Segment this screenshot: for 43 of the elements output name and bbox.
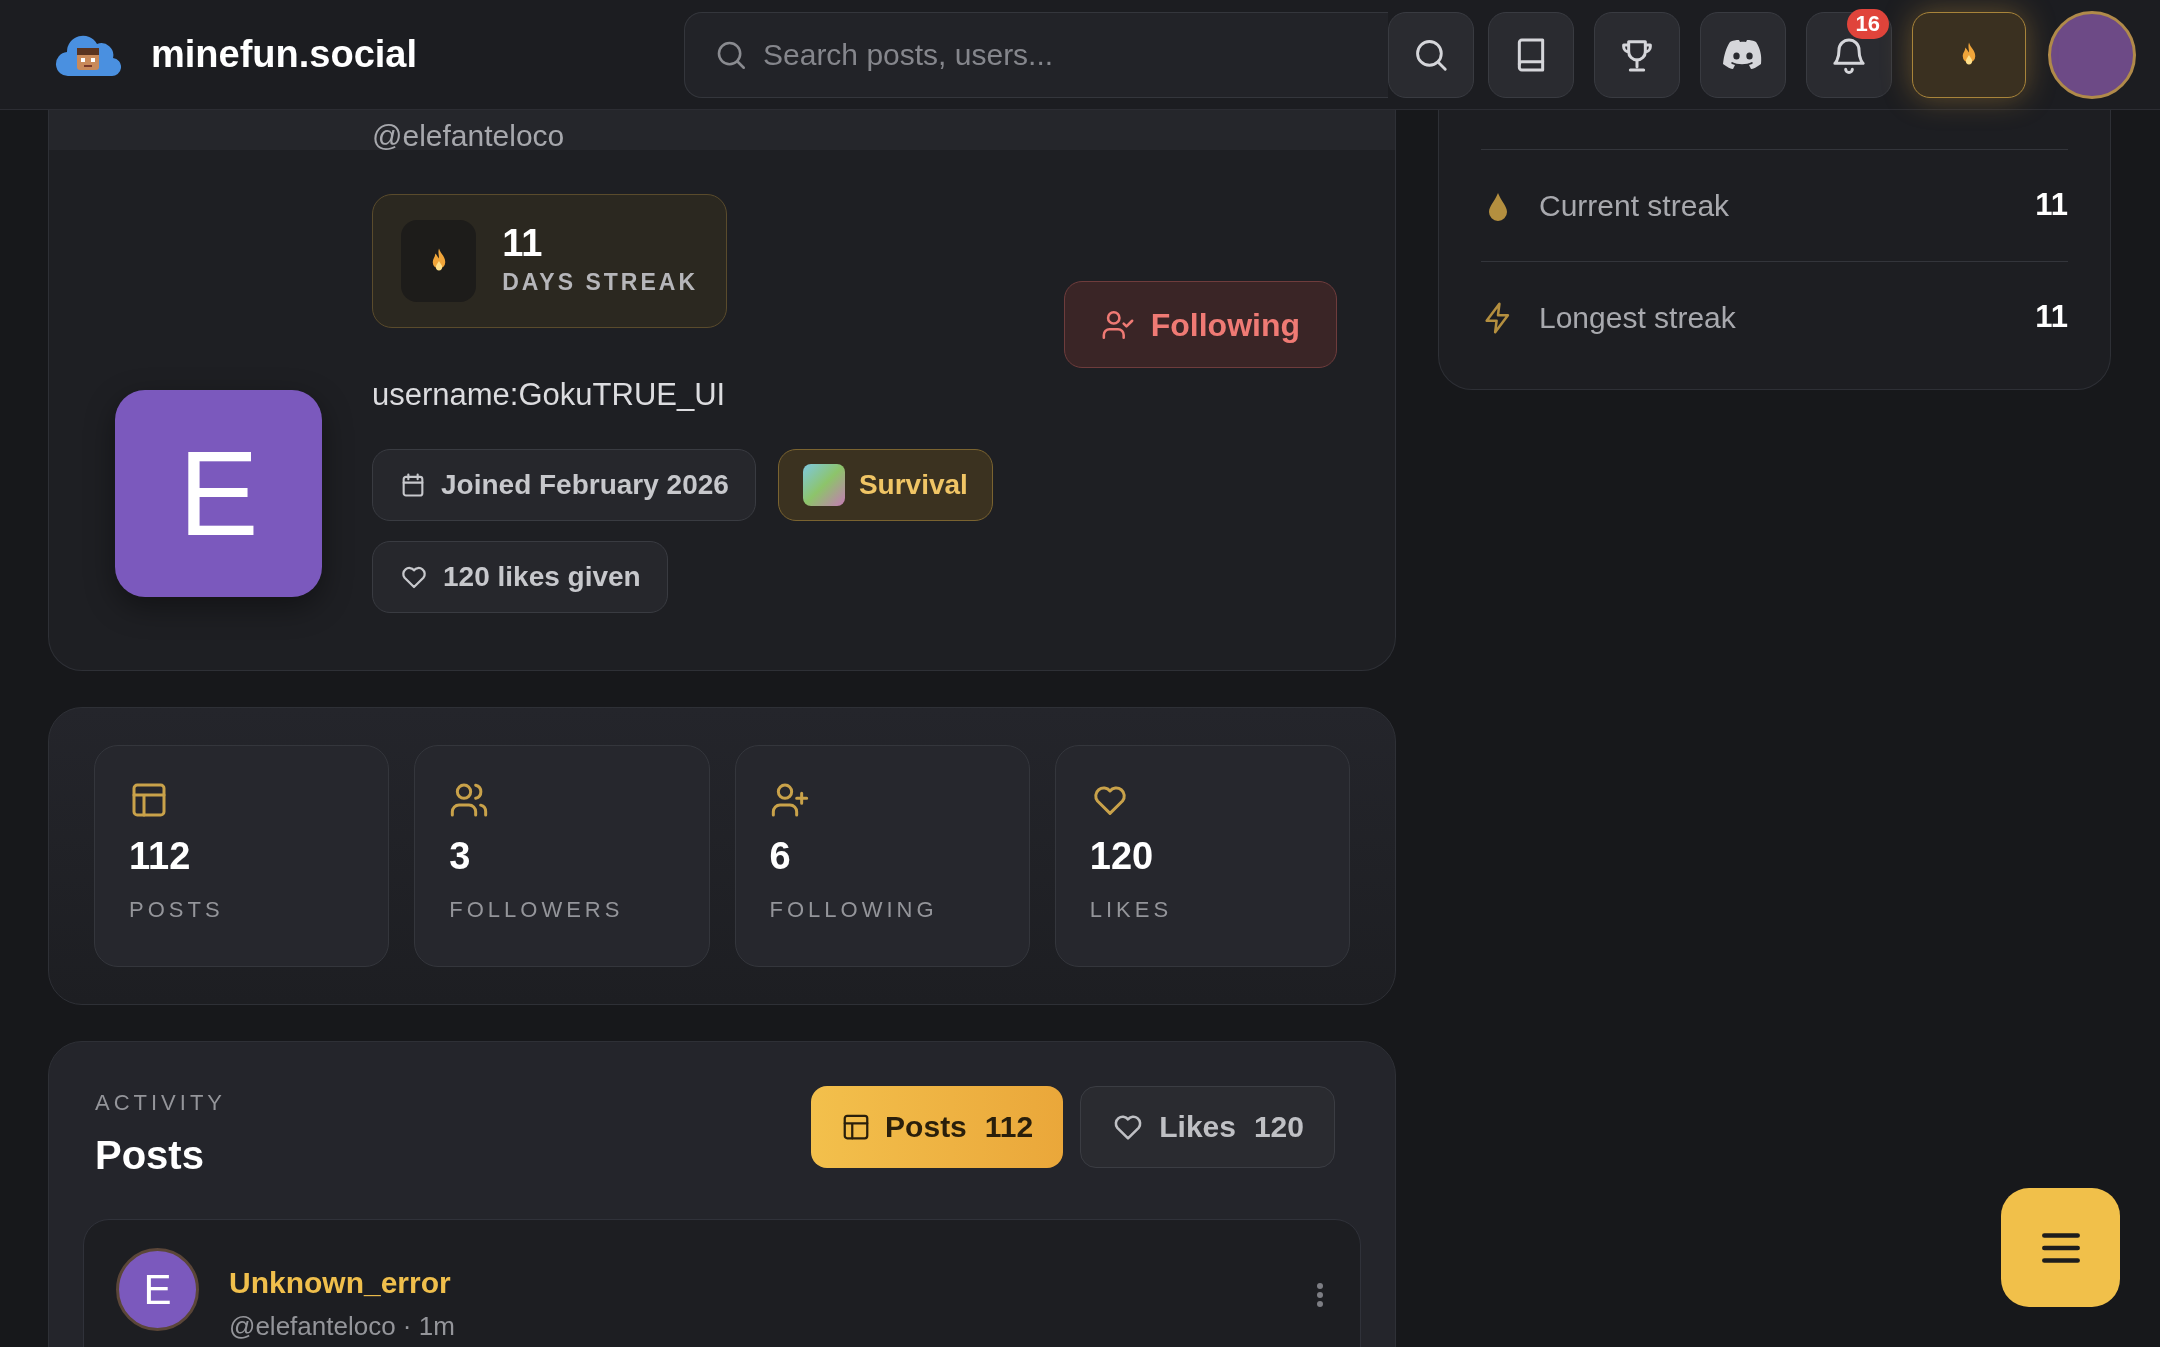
tag-label: Survival: [858, 467, 968, 502]
notifications-button[interactable]: 16: [1806, 11, 1892, 98]
stat-label: FOLLOWING: [769, 896, 939, 925]
follow-button[interactable]: Following: [1063, 281, 1337, 368]
stat-value: 3: [449, 833, 472, 879]
post-meta: @elefanteloco · 1m: [229, 1309, 455, 1343]
tag-label: Joined February 2026: [441, 467, 729, 502]
section-title: Posts: [95, 1131, 205, 1179]
menu-button[interactable]: [2001, 1188, 2120, 1307]
more-options-icon: [1316, 1281, 1324, 1308]
trophy-button[interactable]: [1594, 11, 1680, 98]
stat-label: Current streak: [1539, 188, 1730, 224]
stat-value: 6: [769, 833, 792, 879]
tab[interactable]: Likes 120: [1080, 1085, 1335, 1168]
streak-label: DAYS STREAK: [502, 267, 698, 297]
stat-label: POSTS: [129, 896, 225, 925]
post-avatar[interactable]: E: [116, 1247, 199, 1331]
streak-button[interactable]: [1912, 11, 2026, 98]
stat-label: FOLLOWERS: [449, 896, 625, 925]
post-author[interactable]: Unknown_error: [229, 1259, 455, 1305]
gamepad-face-icon: [1722, 38, 1764, 71]
tab[interactable]: Posts 112: [811, 1085, 1064, 1168]
profile-handle: @elefanteloco: [372, 118, 565, 154]
tab-count: 112: [984, 1109, 1034, 1145]
streak-count: 11: [502, 222, 544, 265]
search-button[interactable]: [1388, 11, 1474, 98]
stat-label: Longest streak: [1539, 300, 1736, 336]
stat-label: LIKES: [1089, 896, 1174, 925]
stat-value: 120: [1089, 833, 1155, 879]
profile-bio: username:GokuTRUE_UI: [372, 376, 727, 414]
stat-value: 11: [2035, 186, 2068, 225]
site-name[interactable]: minefun.social: [151, 26, 418, 83]
section-eyebrow: ACTIVITY: [95, 1088, 226, 1117]
stat-value: 11: [2035, 298, 2068, 337]
tab-count: 120: [1253, 1109, 1304, 1145]
notification-count: 16: [1846, 8, 1889, 39]
tag-label: 120 likes given: [443, 559, 641, 594]
stat-value: 112: [129, 833, 192, 879]
search-field[interactable]: Search posts, users...: [684, 11, 1388, 98]
profile-avatar: E: [115, 389, 322, 597]
mode-thumbnail: [802, 463, 845, 506]
discord-button[interactable]: [1700, 11, 1786, 98]
book-button[interactable]: [1488, 11, 1574, 98]
